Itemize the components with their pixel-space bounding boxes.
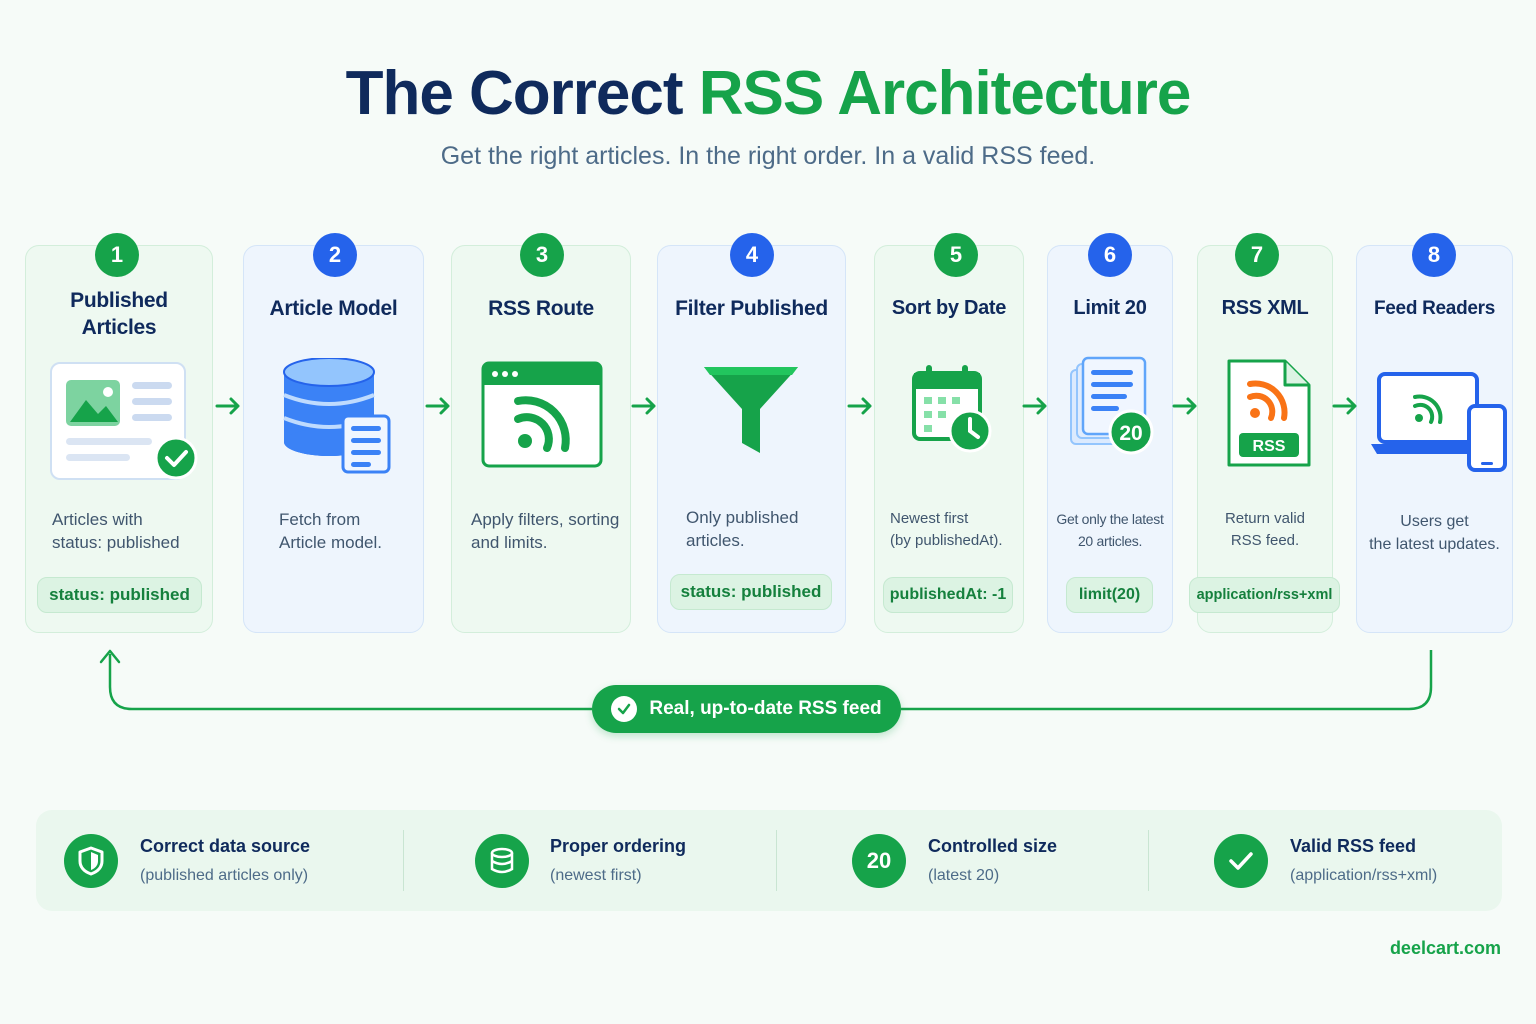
benefit-item: Proper ordering (newest first) <box>404 810 776 911</box>
benefit-title: Proper ordering <box>550 836 687 856</box>
benefits-bar: Correct data source (published articles … <box>36 810 1502 911</box>
benefit-title: Correct data source <box>140 836 311 856</box>
database-icon <box>475 834 529 888</box>
benefit-subtitle: (application/rss+xml) <box>1290 867 1438 884</box>
benefit-item: Valid RSS feed (application/rss+xml) <box>1148 810 1502 911</box>
benefit-title: Valid RSS feed <box>1290 836 1417 856</box>
check-circle-icon <box>611 696 638 722</box>
realtime-feed-badge: Real, up-to-date RSS feed <box>592 685 901 733</box>
benefit-subtitle: (latest 20) <box>928 867 1000 884</box>
benefit-title: Controlled size <box>928 836 1058 856</box>
number-badge-icon: 20 <box>852 834 906 888</box>
benefit-subtitle: (newest first) <box>550 867 642 884</box>
benefit-item: 20 Controlled size (latest 20) <box>776 810 1148 911</box>
benefit-item: Correct data source (published articles … <box>36 810 404 911</box>
shield-icon <box>64 834 118 888</box>
realtime-feed-label: Real, up-to-date RSS feed <box>649 698 882 719</box>
check-icon <box>1214 834 1268 888</box>
brand-link[interactable]: deelcart.com <box>1390 938 1501 959</box>
feedback-loop-line <box>99 649 1433 711</box>
benefit-subtitle: (published articles only) <box>140 867 309 884</box>
